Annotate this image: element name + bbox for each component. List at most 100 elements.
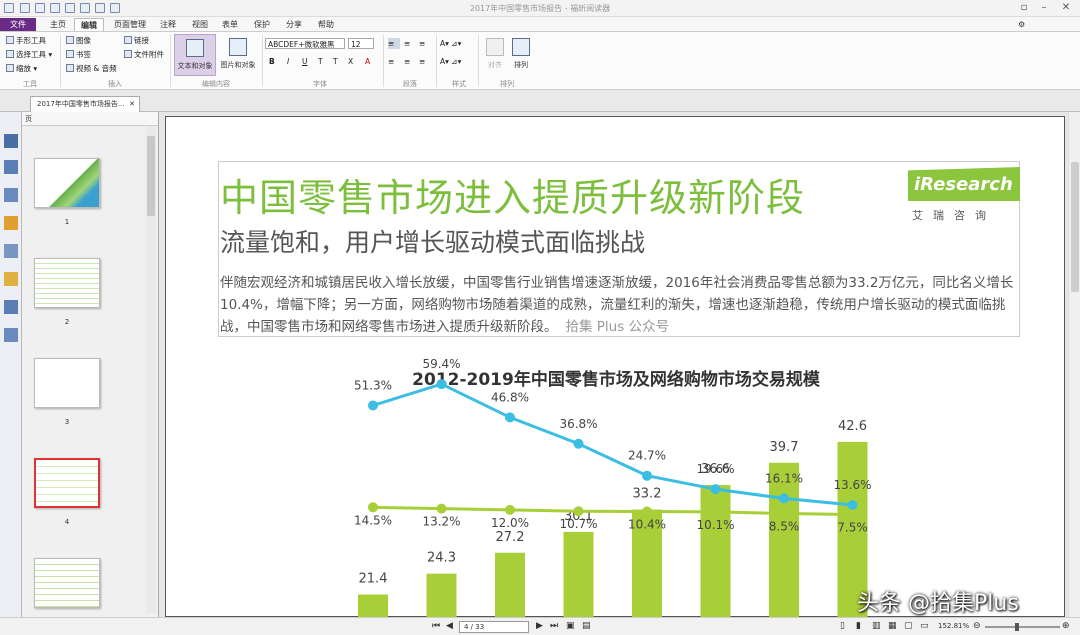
attachment-icon [124, 50, 132, 58]
insert-image-button[interactable]: 图像 [66, 35, 91, 46]
pages-panel-icon[interactable] [4, 160, 18, 174]
data-point [368, 502, 378, 512]
thumbnail-page-2[interactable] [34, 258, 100, 308]
edit-text-button[interactable]: 文本和对象 [174, 34, 216, 76]
select-tool-button[interactable]: 选择工具 ▾ [6, 49, 52, 60]
align-right-icon[interactable]: ≡ [419, 38, 425, 49]
data-label: 14.5% [354, 513, 392, 527]
bookmarks-panel-icon[interactable] [4, 134, 18, 148]
next-page-icon[interactable]: ▶ [536, 621, 543, 631]
fit-page-icon[interactable]: ▢ [904, 621, 913, 631]
copy-icon[interactable]: ▣ [566, 621, 575, 631]
distribute-icon[interactable]: ≡ [404, 56, 410, 67]
menu-comment[interactable]: 注释 [154, 18, 182, 31]
market-chart: 21.424.327.230.133.236.639.742.651.3%59.… [166, 117, 1066, 618]
bar [701, 485, 731, 618]
data-label: 51.3% [354, 378, 392, 392]
comments-panel-icon[interactable] [4, 216, 18, 230]
underline-button[interactable]: U [302, 56, 308, 67]
bar [427, 574, 457, 618]
arrange-group-label: 排列 [492, 79, 522, 89]
scrollbar-thumb[interactable] [147, 136, 155, 216]
status-bar: ⏮ ◀ 4 / 33 ▶ ⏭ ▣ ▤ ▯ ▮ ▥ ▦ ▢ ▭ 152.81% ⊖… [0, 617, 1080, 635]
single-page-icon[interactable]: ▯ [840, 621, 845, 631]
menu-edit[interactable]: 编辑 [74, 18, 104, 31]
menu-share[interactable]: 分享 [280, 18, 308, 31]
bookmark-button[interactable]: 书签 [66, 49, 91, 60]
menu-file[interactable]: 文件 [0, 18, 36, 31]
data-point [642, 507, 652, 517]
font-size-select[interactable]: 12 [348, 38, 374, 49]
continuous-icon[interactable]: ▮ [856, 621, 861, 631]
menu-form[interactable]: 表单 [216, 18, 244, 31]
zoom-slider-knob[interactable] [1015, 623, 1019, 631]
settings-icon[interactable]: ⚙ [1012, 18, 1031, 31]
page-number-input[interactable]: 4 / 33 [459, 621, 529, 633]
prev-page-icon[interactable]: ◀ [446, 621, 453, 631]
insert-group-label: 插入 [90, 79, 140, 89]
menu-help[interactable]: 帮助 [312, 18, 340, 31]
thumbnail-page-1[interactable] [34, 158, 100, 208]
align-label: 对齐 [488, 61, 502, 69]
data-point [437, 504, 447, 514]
facing-icon[interactable]: ▥ [872, 621, 881, 631]
align-left-icon[interactable]: ≡ [388, 38, 400, 49]
zoom-slider[interactable] [985, 626, 1060, 628]
arrange-button[interactable]: 排列 [508, 34, 534, 76]
subscript-button[interactable]: T [333, 56, 338, 67]
zoom-in-icon[interactable]: ⊕ [1062, 621, 1070, 631]
fields-panel-icon[interactable] [4, 300, 18, 314]
zoom-out-icon[interactable]: ⊖ [973, 621, 981, 631]
thumbnail-number: 2 [34, 318, 100, 326]
line-spacing-icon[interactable]: ≡ [419, 56, 425, 67]
bar-value-label: 39.7 [770, 440, 799, 455]
last-page-icon[interactable]: ⏭ [550, 621, 558, 631]
align-button[interactable]: 对齐 [482, 34, 508, 76]
ribbon-toggle-icon[interactable]: ▫ [1014, 1, 1034, 15]
fit-icon[interactable]: ▤ [582, 621, 591, 631]
thumbnail-page-3[interactable] [34, 358, 100, 408]
layers-panel-icon[interactable] [4, 188, 18, 202]
menu-protect[interactable]: 保护 [248, 18, 276, 31]
style-icon-1[interactable]: A▾ ⊿▾ [440, 38, 461, 49]
align-center-icon[interactable]: ≡ [404, 38, 410, 49]
document-scrollbar[interactable] [1068, 112, 1080, 617]
scrollbar-thumb[interactable] [1071, 162, 1079, 292]
superscript-button[interactable]: T [318, 56, 323, 67]
attachments-panel-icon[interactable] [4, 244, 18, 258]
menu-page-manage[interactable]: 页面管理 [108, 18, 152, 31]
style-icon-2[interactable]: A▾ ⊿▾ [440, 56, 461, 67]
close-icon[interactable]: ✕ [1056, 1, 1076, 15]
fit-width-icon[interactable]: ▭ [920, 621, 929, 631]
first-page-icon[interactable]: ⏮ [432, 621, 440, 631]
continuous-facing-icon[interactable]: ▦ [888, 621, 897, 631]
bar [358, 595, 388, 618]
signatures-panel-icon[interactable] [4, 328, 18, 342]
thumbnail-page-4[interactable] [34, 458, 100, 508]
zoom-button[interactable]: 缩放 ▾ [6, 63, 37, 74]
hand-tool-button[interactable]: 手形工具 [6, 35, 46, 46]
thumbnails-scrollbar[interactable] [146, 126, 156, 614]
font-color-button[interactable]: A [365, 56, 370, 67]
font-family-select[interactable]: ABCDEF+微软雅黑 [265, 38, 345, 49]
select-tool-label: 选择工具 [16, 50, 46, 59]
bold-button[interactable]: B [269, 56, 275, 67]
video-label: 视频 & 音频 [76, 64, 117, 73]
thumbnail-page-5[interactable] [34, 558, 100, 608]
separator [478, 35, 479, 87]
minimize-icon[interactable]: – [1034, 1, 1054, 15]
menu-view[interactable]: 视图 [186, 18, 214, 31]
menu-home[interactable]: 主页 [44, 18, 72, 31]
video-audio-button[interactable]: 视频 & 音频 [66, 63, 117, 74]
document-tab[interactable]: 2017年中国零售市场报告...✕ [30, 96, 140, 112]
edit-image-button[interactable]: 图片和对象 [218, 34, 258, 76]
data-label: 13.6% [833, 478, 871, 492]
strikethrough-button[interactable]: X [348, 56, 353, 67]
hand-tool-label: 手形工具 [16, 36, 46, 45]
attachment-button[interactable]: 文件附件 [124, 49, 164, 60]
security-panel-icon[interactable] [4, 272, 18, 286]
italic-button[interactable]: I [287, 56, 289, 67]
justify-icon[interactable]: ≡ [388, 56, 394, 67]
close-tab-icon[interactable]: ✕ [129, 97, 135, 111]
link-button[interactable]: 链接 [124, 35, 149, 46]
